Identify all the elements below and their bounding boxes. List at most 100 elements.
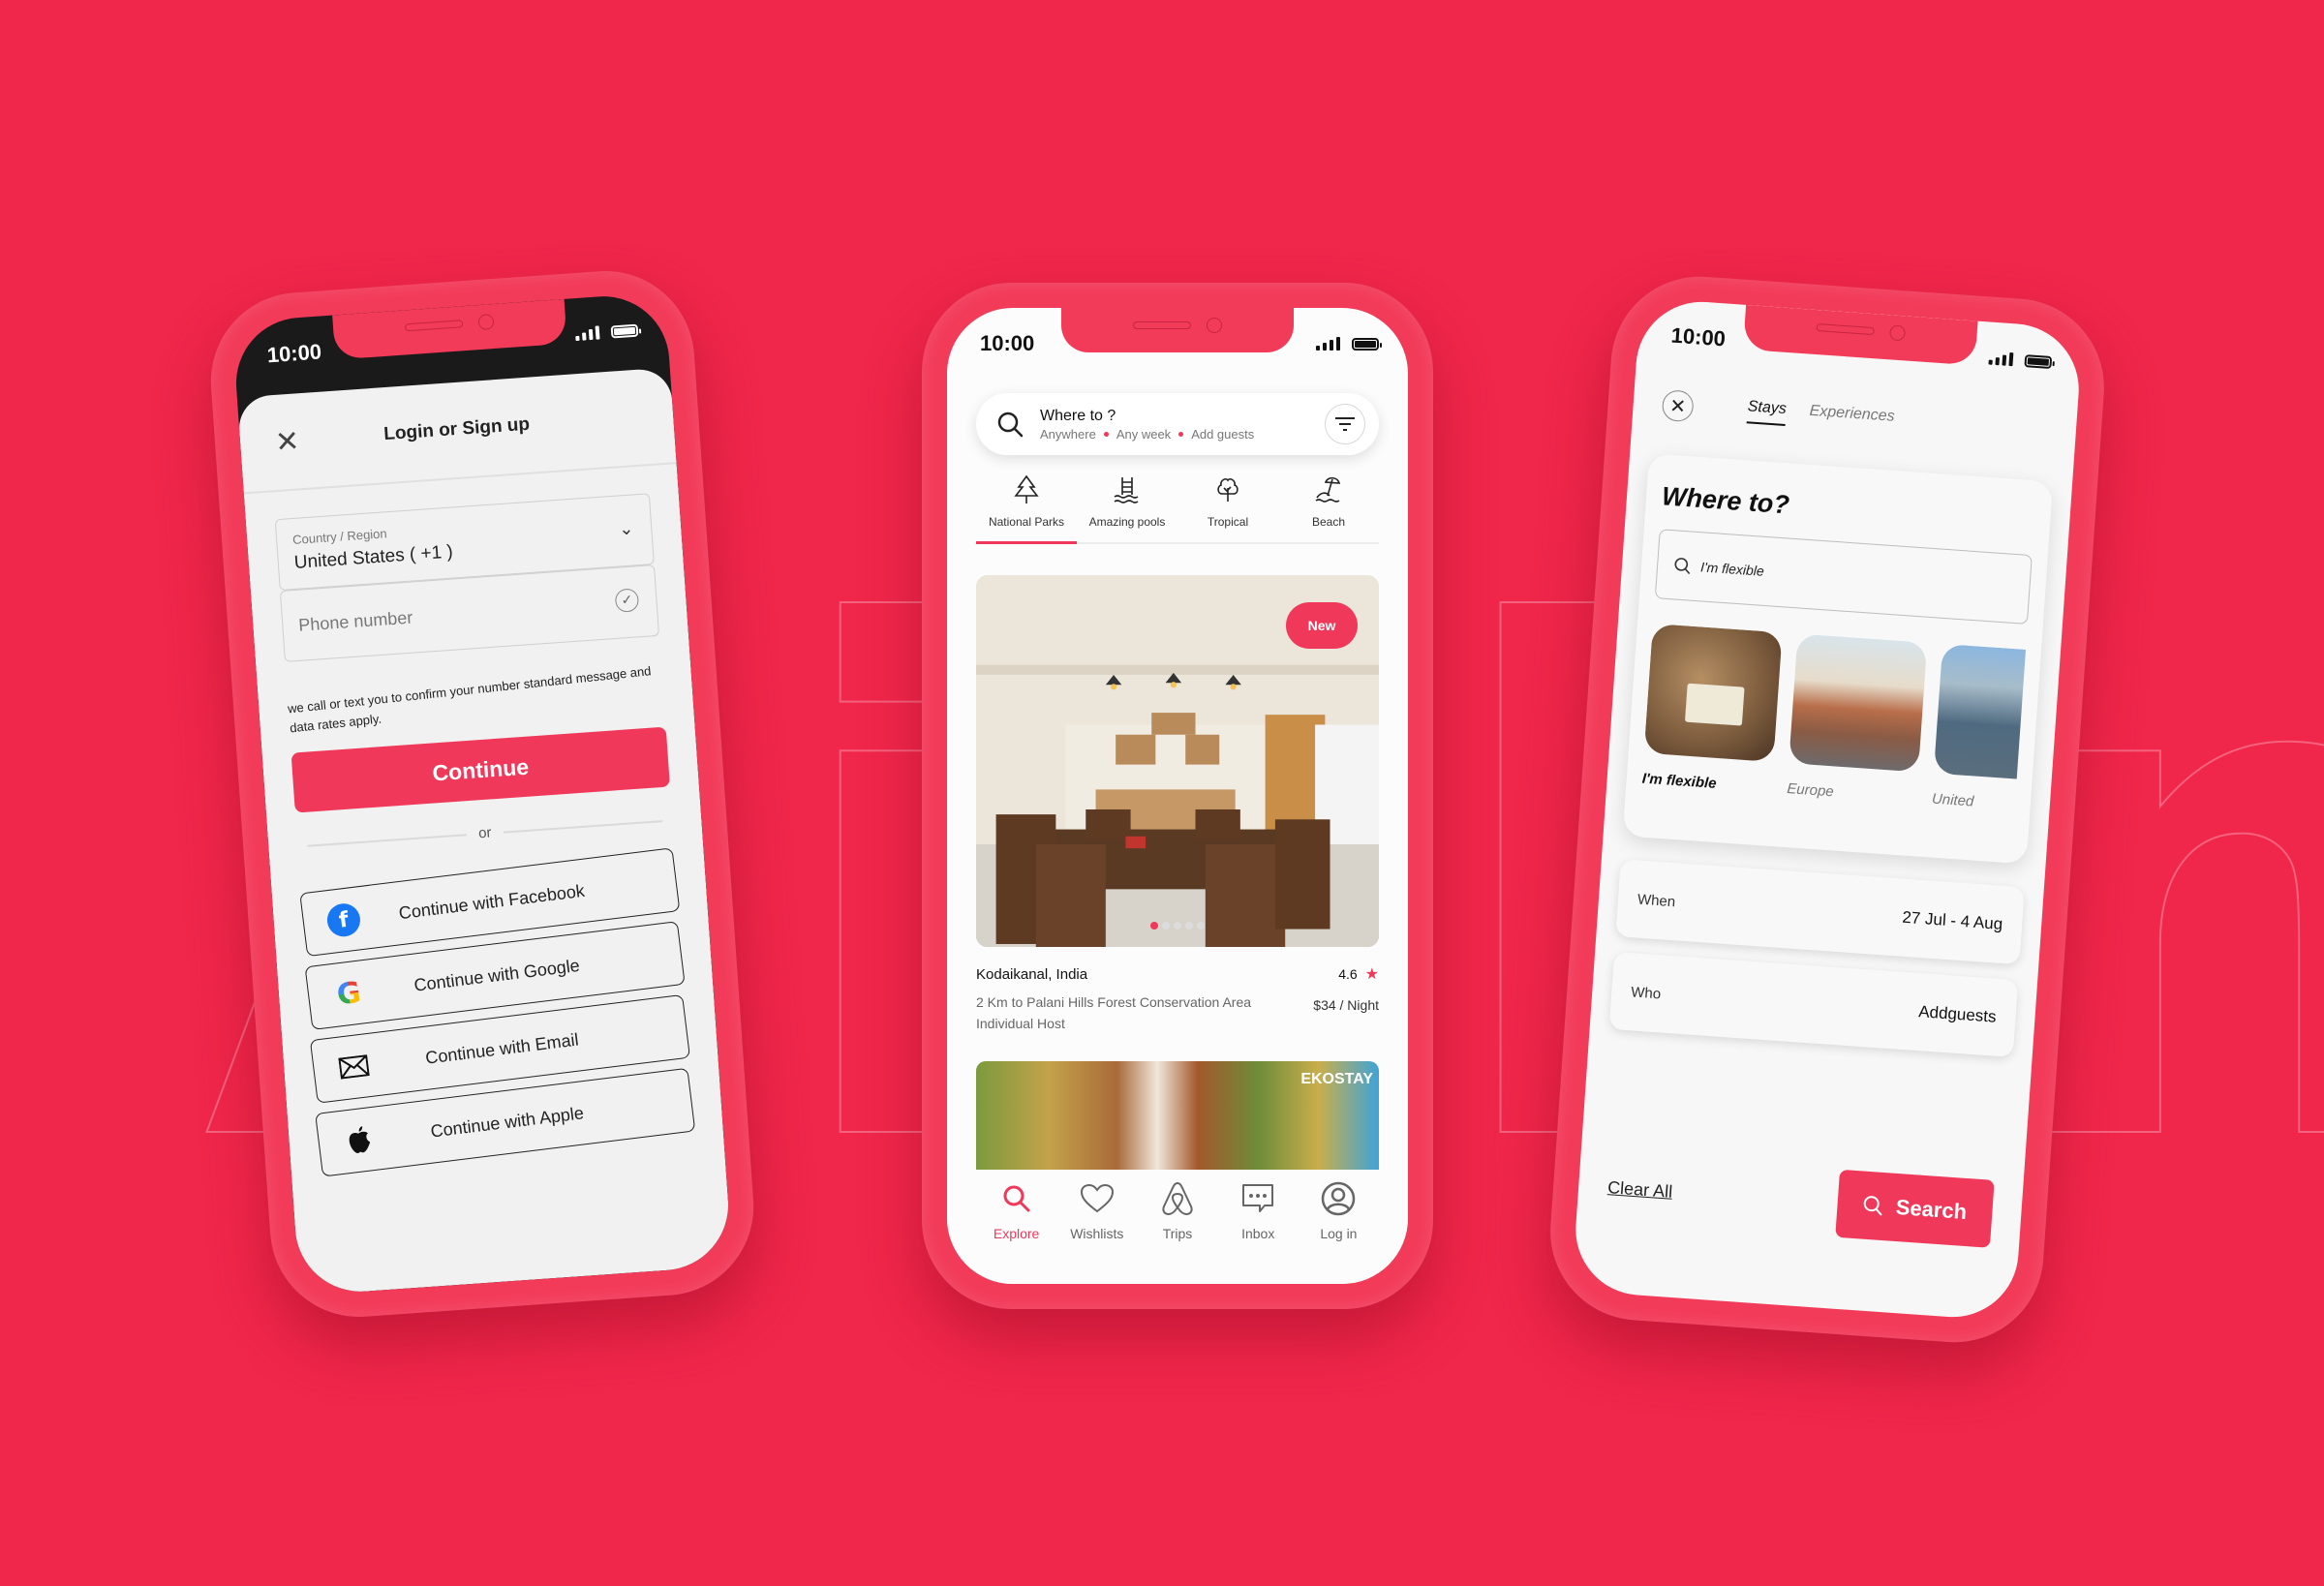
chip-anywhere: Anywhere bbox=[1040, 426, 1096, 442]
continue-button[interactable]: Continue bbox=[290, 726, 670, 813]
tab-experiences[interactable]: Experiences bbox=[1808, 403, 1895, 434]
destination-image bbox=[1643, 623, 1783, 762]
heart-icon bbox=[1080, 1179, 1115, 1218]
phone-form: Country / Region United States ( +1 ) ⌄ … bbox=[274, 493, 660, 662]
signal-icon bbox=[1316, 337, 1340, 351]
who-field[interactable]: Who Addguests bbox=[1608, 952, 2019, 1057]
nav-wishlists[interactable]: Wishlists bbox=[1056, 1179, 1137, 1284]
who-value: Addguests bbox=[1917, 1002, 1998, 1026]
dot-separator bbox=[1103, 431, 1109, 437]
search-tabs: Stays Experiences bbox=[1746, 398, 1895, 434]
category-beach[interactable]: Beach bbox=[1278, 473, 1379, 542]
category-national-parks[interactable]: National Parks bbox=[976, 473, 1077, 544]
where-title: Where to? bbox=[1661, 481, 1790, 520]
user-circle-icon bbox=[1321, 1179, 1356, 1218]
carousel-dot[interactable] bbox=[1174, 922, 1181, 930]
search-icon bbox=[1000, 1179, 1033, 1218]
destination-list: I'm flexible Europe United bbox=[1641, 623, 2027, 813]
filter-icon bbox=[1335, 417, 1355, 431]
phone-explore: 10:00 Where to ? Anywhere Any week Add g… bbox=[922, 283, 1433, 1309]
signal-icon bbox=[1988, 351, 2014, 367]
nav-trips[interactable]: Trips bbox=[1137, 1179, 1217, 1284]
when-value: 27 Jul - 4 Aug bbox=[1901, 907, 2003, 933]
destination-europe[interactable]: Europe bbox=[1787, 633, 1928, 806]
star-icon: ★ bbox=[1364, 966, 1379, 983]
carousel-dot[interactable] bbox=[1150, 922, 1158, 930]
search-screen: 10:00 ✕ Stays Experiences Where to? I'm … bbox=[1571, 297, 2084, 1322]
destination-label: United bbox=[1931, 790, 1974, 810]
category-tropical[interactable]: Tropical bbox=[1177, 473, 1278, 542]
nav-login[interactable]: Log in bbox=[1299, 1179, 1379, 1284]
battery-icon bbox=[2024, 353, 2053, 369]
tree-icon bbox=[1216, 473, 1239, 507]
listing-photo[interactable]: New bbox=[976, 575, 1379, 947]
explore-screen: 10:00 Where to ? Anywhere Any week Add g… bbox=[947, 308, 1408, 1284]
listing-description: 2 Km to Palani Hills Forest Conservation… bbox=[976, 994, 1252, 1031]
nav-explore[interactable]: Explore bbox=[976, 1179, 1056, 1284]
nav-label: Trips bbox=[1162, 1226, 1193, 1241]
battery-icon bbox=[1352, 337, 1382, 351]
social-label: Continue with Apple bbox=[429, 1102, 585, 1142]
carousel-dot[interactable] bbox=[1162, 922, 1170, 930]
who-label: Who bbox=[1630, 983, 1662, 1002]
category-label: National Parks bbox=[988, 515, 1065, 529]
destination-label: I'm flexible bbox=[1641, 770, 1718, 792]
nav-label: Explore bbox=[993, 1226, 1040, 1241]
close-icon[interactable]: ✕ bbox=[274, 425, 303, 459]
beach-umbrella-icon bbox=[1314, 473, 1343, 507]
filter-button[interactable] bbox=[1325, 404, 1365, 444]
category-amazing-pools[interactable]: Amazing pools bbox=[1077, 473, 1177, 542]
nav-label: Log in bbox=[1320, 1226, 1358, 1241]
category-label: Tropical bbox=[1207, 515, 1249, 529]
listing-card[interactable]: New Kodaikanal, India 4.6 ★ 2 Km to Pala… bbox=[976, 575, 1379, 1034]
status-time: 10:00 bbox=[1669, 322, 1727, 351]
destination-flexible[interactable]: I'm flexible bbox=[1641, 623, 1783, 796]
tab-stays[interactable]: Stays bbox=[1746, 398, 1788, 427]
dot-separator bbox=[1178, 431, 1184, 437]
search-title: Where to ? bbox=[1040, 407, 1116, 424]
listing-info: Kodaikanal, India 4.6 ★ 2 Km to Palani H… bbox=[976, 947, 1379, 1034]
rating-value: 4.6 bbox=[1338, 966, 1358, 982]
destination-input[interactable]: I'm flexible bbox=[1654, 529, 2033, 625]
when-field[interactable]: When 27 Jul - 4 Aug bbox=[1615, 859, 2025, 965]
carousel-dot[interactable] bbox=[1197, 922, 1205, 930]
clear-all-link[interactable]: Clear All bbox=[1607, 1177, 1673, 1203]
nav-label: Inbox bbox=[1241, 1226, 1275, 1241]
login-screen: 10:00 ✕ Login or Sign up Country / Regio… bbox=[231, 291, 733, 1296]
nav-label: Wishlists bbox=[1070, 1226, 1124, 1241]
search-button[interactable]: Search bbox=[1835, 1169, 1995, 1248]
search-top-bar: ✕ Stays Experiences bbox=[1661, 381, 2049, 456]
listing-rating: 4.6 ★ bbox=[1338, 964, 1379, 984]
carousel-dot[interactable] bbox=[1185, 922, 1193, 930]
airbnb-logo-icon bbox=[1161, 1179, 1194, 1218]
category-label: Beach bbox=[1311, 515, 1346, 529]
facebook-icon: f bbox=[325, 901, 362, 939]
destination-image bbox=[1933, 643, 2027, 782]
social-login-list: f Continue with Facebook G Continue with… bbox=[299, 847, 696, 1177]
social-label: Continue with Facebook bbox=[397, 880, 586, 923]
search-icon bbox=[1674, 558, 1691, 575]
disclaimer-text: we call or text you to confirm your numb… bbox=[287, 663, 653, 736]
login-sheet: ✕ Login or Sign up Country / Region Unit… bbox=[236, 367, 733, 1296]
pool-ladder-icon bbox=[1113, 473, 1142, 507]
carousel-dots[interactable] bbox=[1150, 922, 1205, 930]
google-icon: G bbox=[330, 975, 367, 1012]
destination-united[interactable]: United bbox=[1931, 643, 2027, 813]
close-icon: ✕ bbox=[1668, 395, 1687, 418]
nav-inbox[interactable]: Inbox bbox=[1218, 1179, 1299, 1284]
apple-icon bbox=[341, 1122, 378, 1159]
divider-label: or bbox=[477, 824, 493, 842]
battery-icon bbox=[610, 323, 639, 339]
email-icon bbox=[336, 1049, 373, 1085]
search-icon bbox=[1864, 1196, 1882, 1216]
new-badge: New bbox=[1286, 602, 1358, 649]
status-time: 10:00 bbox=[265, 339, 322, 368]
page-title: Login or Sign up bbox=[382, 413, 531, 445]
notch bbox=[1061, 308, 1294, 352]
search-chips: Anywhere Any week Add guests bbox=[1040, 427, 1325, 442]
search-bar[interactable]: Where to ? Anywhere Any week Add guests bbox=[976, 393, 1379, 455]
phone-search: 10:00 ✕ Stays Experiences Where to? I'm … bbox=[1544, 270, 2111, 1349]
close-button[interactable]: ✕ bbox=[1661, 389, 1695, 423]
signal-icon bbox=[575, 325, 600, 342]
phone-placeholder: Phone number bbox=[297, 607, 413, 635]
